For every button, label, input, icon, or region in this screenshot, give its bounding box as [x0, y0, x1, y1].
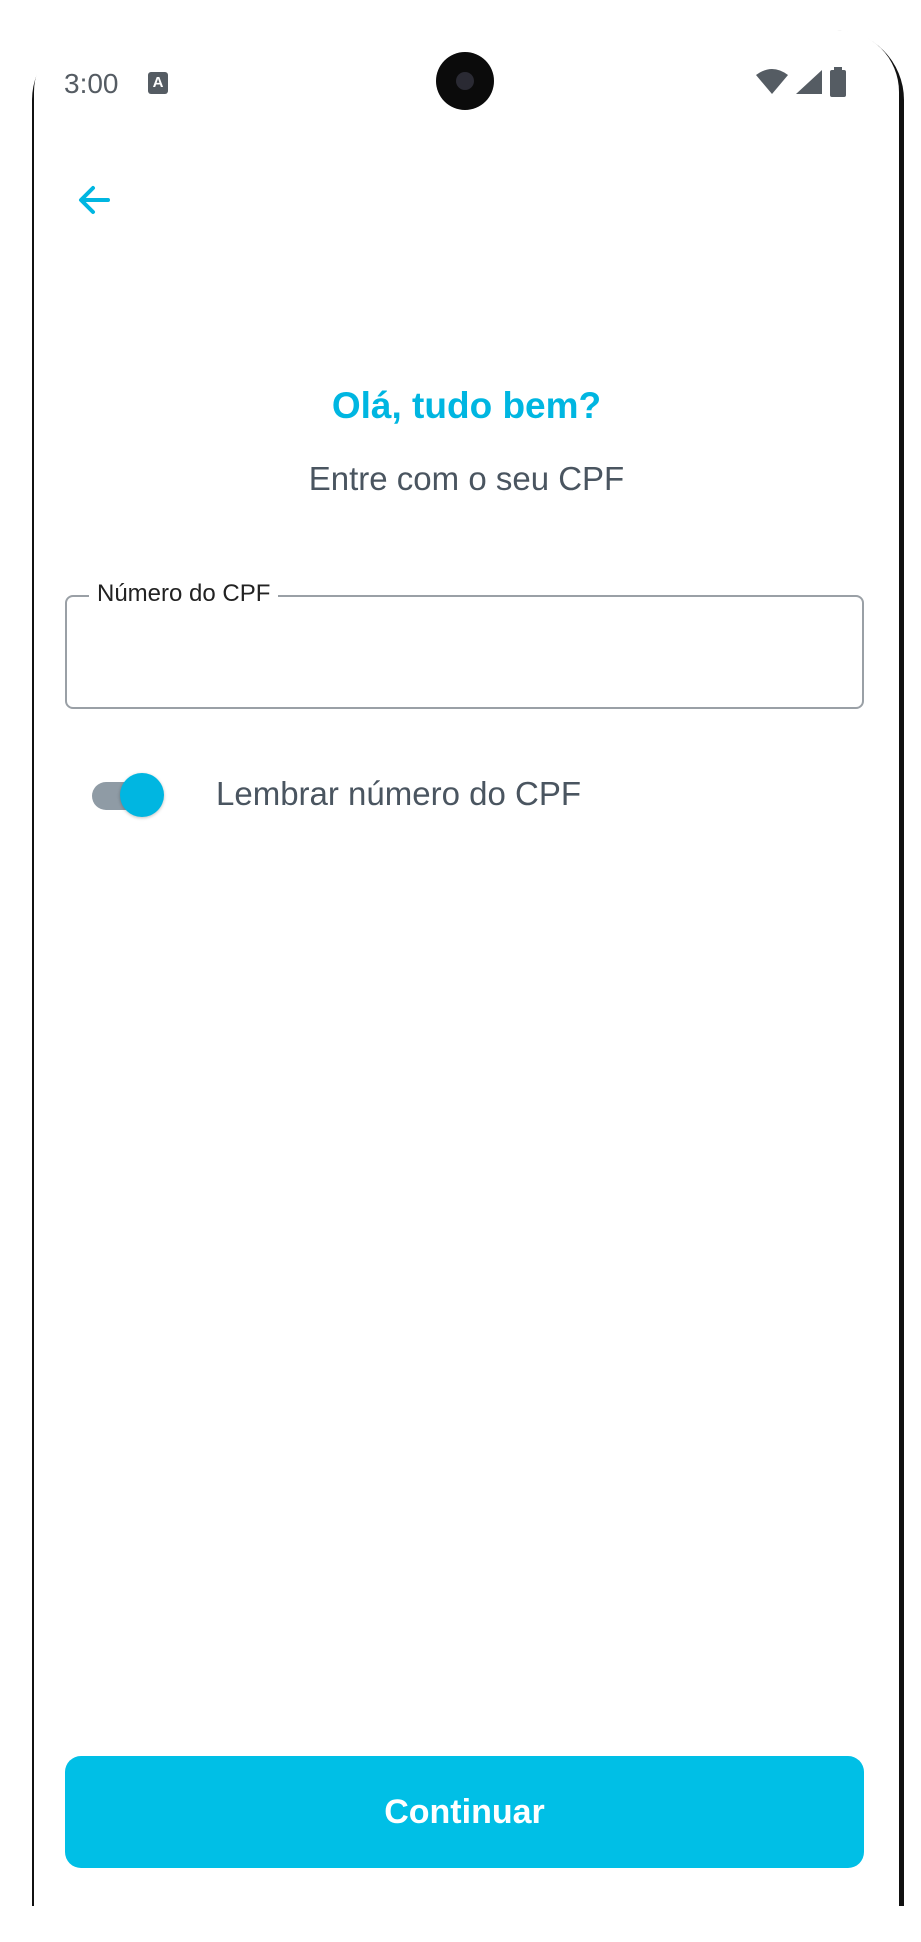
toggle-thumb	[120, 773, 164, 817]
app-screen: 3:00 A Olá, tudo bem? Entre com o seu CP…	[34, 30, 899, 1906]
remember-cpf-row: Lembrar número do CPF	[90, 770, 690, 822]
subtitle: Entre com o seu CPF	[308, 460, 625, 497]
status-time: 3:00	[64, 68, 119, 99]
cpf-field-label: Número do CPF	[89, 580, 279, 608]
status-bar: 3:00 A	[34, 30, 899, 140]
continue-button[interactable]: Continuar	[65, 1756, 864, 1868]
greeting-title: Olá, tudo bem?	[331, 385, 602, 426]
device-frame: 3:00 A Olá, tudo bem? Entre com o seu CP…	[0, 0, 921, 1942]
remember-cpf-toggle[interactable]	[90, 770, 164, 822]
status-icons	[755, 66, 847, 98]
wifi-icon	[755, 69, 789, 95]
arrow-left-icon	[79, 186, 110, 214]
signal-icon	[795, 69, 823, 95]
battery-icon	[829, 67, 847, 97]
cpf-field[interactable]: Número do CPF	[65, 580, 864, 709]
remember-cpf-label: Lembrar número do CPF	[216, 775, 581, 812]
cpf-input[interactable]	[87, 627, 841, 679]
a-keyboard-icon: A	[148, 72, 168, 94]
back-button[interactable]	[64, 170, 124, 230]
front-camera	[436, 52, 494, 110]
